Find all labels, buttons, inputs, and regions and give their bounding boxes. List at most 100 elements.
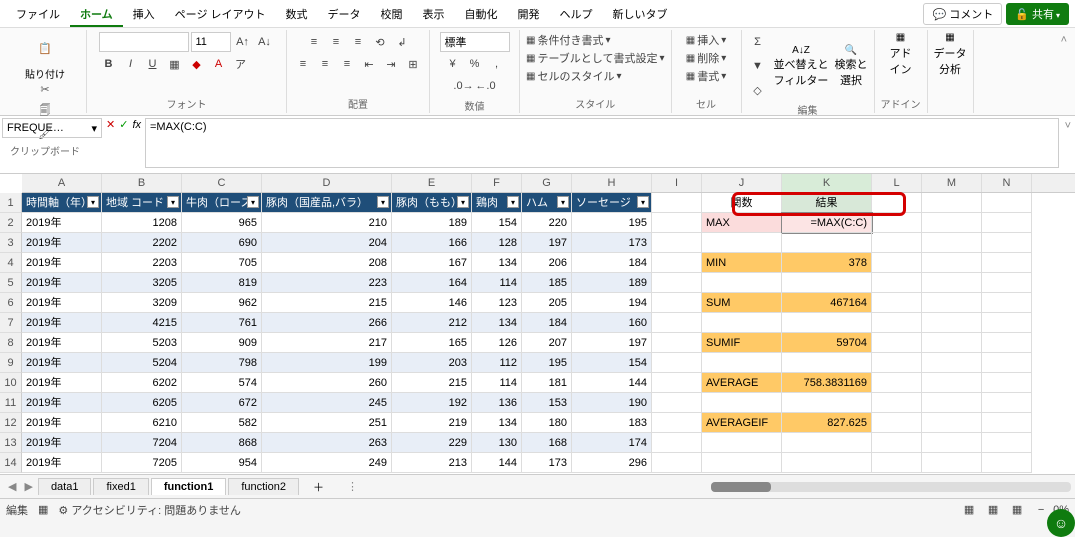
cell[interactable]: SUMIF: [702, 333, 782, 353]
cell[interactable]: 185: [522, 273, 572, 293]
column-headers[interactable]: ABCDEFGHIJKLMN: [22, 174, 1075, 193]
wrap-text-icon[interactable]: ↲: [392, 32, 412, 52]
col-header[interactable]: F: [472, 174, 522, 192]
cell[interactable]: 197: [572, 333, 652, 353]
cell[interactable]: 2019年: [22, 413, 102, 433]
cell[interactable]: 183: [572, 413, 652, 433]
cell[interactable]: 牛肉（ロース）▾: [182, 193, 262, 213]
cell[interactable]: 582: [182, 413, 262, 433]
col-header[interactable]: K: [782, 174, 872, 192]
menu-tab-挿入[interactable]: 挿入: [123, 5, 165, 25]
cell[interactable]: 2202: [102, 233, 182, 253]
cell[interactable]: 2019年: [22, 273, 102, 293]
cell[interactable]: 690: [182, 233, 262, 253]
cell[interactable]: 574: [182, 373, 262, 393]
cell[interactable]: 206: [522, 253, 572, 273]
cell[interactable]: [922, 393, 982, 413]
cell[interactable]: [982, 333, 1032, 353]
row-header[interactable]: 13: [0, 433, 22, 453]
filter-dropdown-icon[interactable]: ▾: [377, 196, 389, 208]
menu-tab-表示[interactable]: 表示: [413, 5, 455, 25]
col-header[interactable]: H: [572, 174, 652, 192]
cell[interactable]: 190: [572, 393, 652, 413]
cell[interactable]: 195: [572, 213, 652, 233]
cell[interactable]: 203: [392, 353, 472, 373]
cell[interactable]: 189: [392, 213, 472, 233]
decrease-font-icon[interactable]: A↓: [255, 32, 275, 52]
cell[interactable]: [872, 353, 922, 373]
menu-tab-数式[interactable]: 数式: [276, 5, 318, 25]
add-sheet-button[interactable]: ＋: [301, 477, 336, 497]
cell[interactable]: [652, 373, 702, 393]
cell[interactable]: [782, 393, 872, 413]
copy-icon[interactable]: 🗐: [37, 103, 53, 119]
cell[interactable]: 180: [522, 413, 572, 433]
cell[interactable]: [922, 373, 982, 393]
cell[interactable]: [702, 433, 782, 453]
col-header[interactable]: C: [182, 174, 262, 192]
cell[interactable]: 3205: [102, 273, 182, 293]
clear-icon[interactable]: ◇: [748, 80, 768, 100]
cell[interactable]: MAX: [702, 213, 782, 233]
cell[interactable]: 249: [262, 453, 392, 473]
cell[interactable]: [922, 293, 982, 313]
cell[interactable]: 2019年: [22, 213, 102, 233]
cell[interactable]: [922, 333, 982, 353]
cell[interactable]: [702, 233, 782, 253]
cell[interactable]: ハム▾: [522, 193, 572, 213]
cell[interactable]: 関数: [702, 193, 782, 213]
row-header[interactable]: 9: [0, 353, 22, 373]
cell[interactable]: [982, 233, 1032, 253]
cell[interactable]: [872, 193, 922, 213]
cell[interactable]: [872, 253, 922, 273]
cell[interactable]: 2019年: [22, 253, 102, 273]
cell[interactable]: 173: [522, 453, 572, 473]
cell[interactable]: [922, 353, 982, 373]
cell[interactable]: [872, 313, 922, 333]
cell[interactable]: [922, 413, 982, 433]
cell[interactable]: 229: [392, 433, 472, 453]
menu-tab-新しいタブ[interactable]: 新しいタブ: [603, 5, 678, 25]
cell[interactable]: 59704: [782, 333, 872, 353]
col-header[interactable]: L: [872, 174, 922, 192]
cell[interactable]: 2019年: [22, 293, 102, 313]
sheet-tab-fixed1[interactable]: fixed1: [93, 478, 148, 495]
cell[interactable]: [782, 313, 872, 333]
sheet-nav-next-icon[interactable]: ▶: [20, 480, 36, 493]
paste-icon[interactable]: 📋: [29, 32, 61, 64]
insert-cells-button[interactable]: ▦ 挿入 ▾: [686, 32, 726, 48]
cell[interactable]: 時間軸（年）▾: [22, 193, 102, 213]
row-header[interactable]: 8: [0, 333, 22, 353]
cell[interactable]: 672: [182, 393, 262, 413]
cell[interactable]: 7205: [102, 453, 182, 473]
cell[interactable]: 705: [182, 253, 262, 273]
row-header[interactable]: 6: [0, 293, 22, 313]
cell[interactable]: 166: [392, 233, 472, 253]
sort-filter-button[interactable]: A↓Z並べ替えと フィルター: [774, 45, 829, 88]
help-fab-icon[interactable]: ☺: [1047, 509, 1075, 537]
filter-dropdown-icon[interactable]: ▾: [457, 196, 469, 208]
row-header[interactable]: 14: [0, 453, 22, 473]
cell[interactable]: [982, 293, 1032, 313]
fill-color-button[interactable]: ◆: [187, 54, 207, 74]
underline-button[interactable]: U: [143, 54, 163, 74]
cell[interactable]: 173: [572, 233, 652, 253]
cell[interactable]: ソーセージ▾: [572, 193, 652, 213]
cell[interactable]: 結果: [782, 193, 872, 213]
accessibility-status[interactable]: ⚙ アクセシビリティ: 問題ありません: [58, 502, 241, 518]
cell[interactable]: 6210: [102, 413, 182, 433]
filter-dropdown-icon[interactable]: ▾: [557, 196, 569, 208]
cell[interactable]: 2019年: [22, 433, 102, 453]
row-header[interactable]: 5: [0, 273, 22, 293]
cell[interactable]: [872, 413, 922, 433]
cut-icon[interactable]: ✂: [37, 81, 53, 97]
align-middle-icon[interactable]: ≡: [326, 32, 346, 52]
align-bottom-icon[interactable]: ≡: [348, 32, 368, 52]
filter-dropdown-icon[interactable]: ▾: [507, 196, 519, 208]
cell[interactable]: 144: [572, 373, 652, 393]
delete-cells-button[interactable]: ▦ 削除 ▾: [686, 50, 726, 66]
row-header[interactable]: 11: [0, 393, 22, 413]
cell[interactable]: [652, 453, 702, 473]
cell[interactable]: 6205: [102, 393, 182, 413]
cell[interactable]: MIN: [702, 253, 782, 273]
